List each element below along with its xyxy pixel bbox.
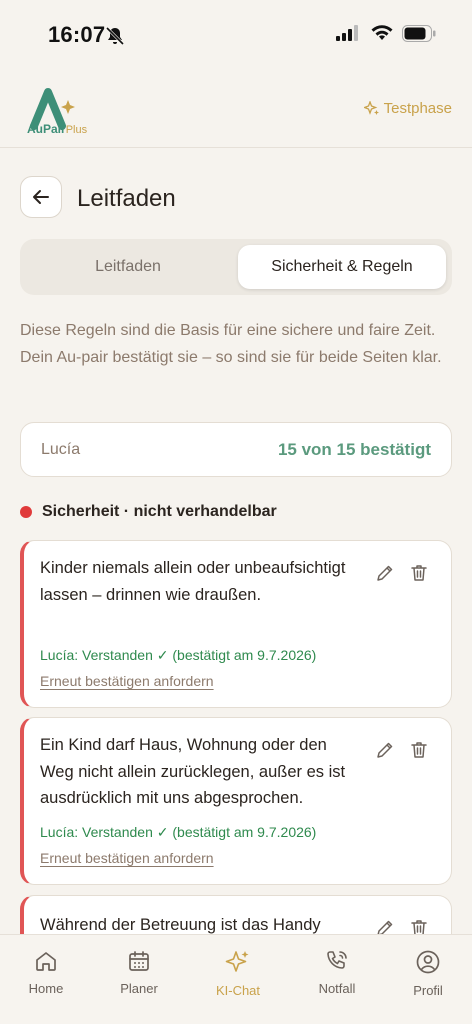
rule-text: Kinder niemals allein oder unbeaufsichti… xyxy=(40,559,346,604)
pencil-icon[interactable] xyxy=(375,563,395,583)
bell-muted-icon xyxy=(105,26,125,46)
tab-label: Planer xyxy=(120,981,158,996)
tab-sicherheit-regeln[interactable]: Sicherheit & Regeln xyxy=(238,245,446,289)
trial-badge[interactable]: Testphase xyxy=(363,100,452,117)
rule-card: Ein Kind darf Haus, Wohnung oder den Weg… xyxy=(20,717,452,885)
app-header: AuPairPlus Testphase xyxy=(0,72,472,148)
calendar-icon xyxy=(129,951,149,971)
sparkle-icon xyxy=(225,951,249,972)
tab-label: KI-Chat xyxy=(215,983,261,998)
wifi-icon xyxy=(371,25,393,40)
segmented-control: Leitfaden Sicherheit & Regeln xyxy=(20,239,452,295)
page-heading: Leitfaden xyxy=(20,176,452,220)
confirmation-summary: Lucía 15 von 15 bestätigt xyxy=(20,422,452,477)
au-pair-name: Lucía xyxy=(41,441,81,458)
page-title: Leitfaden xyxy=(77,185,176,212)
section-title: Sicherheit · nicht verhandelbar xyxy=(42,503,277,520)
tab-label: Notfall xyxy=(318,981,356,996)
logo-wordmark: AuPairPlus xyxy=(27,122,88,136)
tab-home[interactable]: Home xyxy=(6,949,86,996)
request-reconfirm-link[interactable]: Erneut bestätigen anfordern xyxy=(40,673,214,689)
pencil-icon[interactable] xyxy=(375,740,395,760)
tab-ki-chat[interactable]: KI-Chat xyxy=(198,949,278,998)
battery-icon xyxy=(402,24,436,42)
status-bar: 16:07 xyxy=(0,0,472,72)
signal-icon xyxy=(336,25,358,41)
status-time: 16:07 xyxy=(48,22,106,47)
tab-profil[interactable]: Profil xyxy=(388,949,468,998)
request-reconfirm-link[interactable]: Erneut bestätigen anfordern xyxy=(40,850,214,866)
tab-label: Profil xyxy=(413,983,443,998)
bottom-tab-bar: Home Planer KI-Chat Notfall Profil xyxy=(0,934,472,1024)
sparkle-icon xyxy=(363,100,379,115)
rule-card: Kinder niemals allein oder unbeaufsichti… xyxy=(20,540,452,708)
back-button[interactable] xyxy=(20,176,62,218)
section-heading: Sicherheit · nicht verhandelbar xyxy=(20,503,277,521)
arrow-left-icon xyxy=(33,190,49,204)
intro-text: Diese Regeln sind die Basis für eine sic… xyxy=(20,322,442,366)
status-dot xyxy=(20,506,32,518)
tab-label: Home xyxy=(28,981,64,996)
rule-confirmation: Lucía: Verstanden ✓ (bestätigt am 9.7.20… xyxy=(40,647,317,663)
home-icon xyxy=(36,952,56,971)
tab-notfall[interactable]: Notfall xyxy=(297,949,377,996)
trial-label: Testphase xyxy=(383,100,452,117)
tab-planer[interactable]: Planer xyxy=(99,949,179,996)
trash-icon[interactable] xyxy=(409,740,429,760)
confirmation-count: 15 von 15 bestätigt xyxy=(277,440,431,459)
trash-icon[interactable] xyxy=(409,563,429,583)
user-circle-icon xyxy=(416,950,440,974)
tab-leitfaden[interactable]: Leitfaden xyxy=(26,245,230,289)
phone-call-icon xyxy=(327,951,347,969)
rule-confirmation: Lucía: Verstanden ✓ (bestätigt am 9.7.20… xyxy=(40,824,317,840)
rule-text: Ein Kind darf Haus, Wohnung oder den Weg… xyxy=(40,736,346,807)
